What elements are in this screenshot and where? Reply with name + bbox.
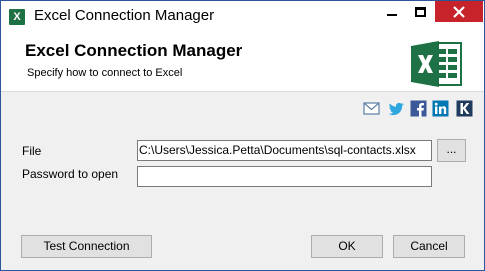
k-icon xyxy=(456,100,473,117)
ok-button[interactable]: OK xyxy=(311,235,383,258)
mail-icon xyxy=(363,102,380,115)
facebook-link[interactable] xyxy=(410,100,427,120)
window-title: Excel Connection Manager xyxy=(34,7,215,24)
test-connection-button[interactable]: Test Connection xyxy=(21,235,152,258)
twitter-link[interactable] xyxy=(388,100,405,120)
dialog-title: Excel Connection Manager xyxy=(25,41,243,60)
maximize-button[interactable] xyxy=(406,1,435,22)
file-label: File xyxy=(22,144,42,158)
minimize-button[interactable] xyxy=(377,1,406,22)
maximize-icon xyxy=(415,6,426,17)
dialog-subtitle: Specify how to connect to Excel xyxy=(27,67,183,79)
close-button[interactable] xyxy=(435,1,483,22)
k-link[interactable] xyxy=(456,100,473,120)
cancel-button[interactable]: Cancel xyxy=(393,235,465,258)
password-label: Password to open xyxy=(22,167,119,181)
browse-button[interactable]: ... xyxy=(437,139,466,162)
linkedin-link[interactable] xyxy=(432,100,449,120)
facebook-icon xyxy=(410,100,427,117)
excel-logo-icon xyxy=(411,41,462,87)
dialog-header: Excel Connection Manager Specify how to … xyxy=(1,32,484,92)
file-path-input[interactable]: C:\Users\Jessica.Petta\Documents\sql-con… xyxy=(137,140,432,161)
twitter-icon xyxy=(388,102,404,116)
excel-connection-manager-window: X Excel Connection Manager Excel Connect… xyxy=(0,0,485,271)
password-input[interactable] xyxy=(137,166,432,187)
close-icon xyxy=(453,5,465,18)
mail-link[interactable] xyxy=(363,100,380,120)
minimize-icon xyxy=(386,13,397,16)
excel-app-icon: X xyxy=(9,9,25,25)
linkedin-icon xyxy=(432,100,449,117)
title-bar[interactable]: X Excel Connection Manager xyxy=(1,1,484,32)
